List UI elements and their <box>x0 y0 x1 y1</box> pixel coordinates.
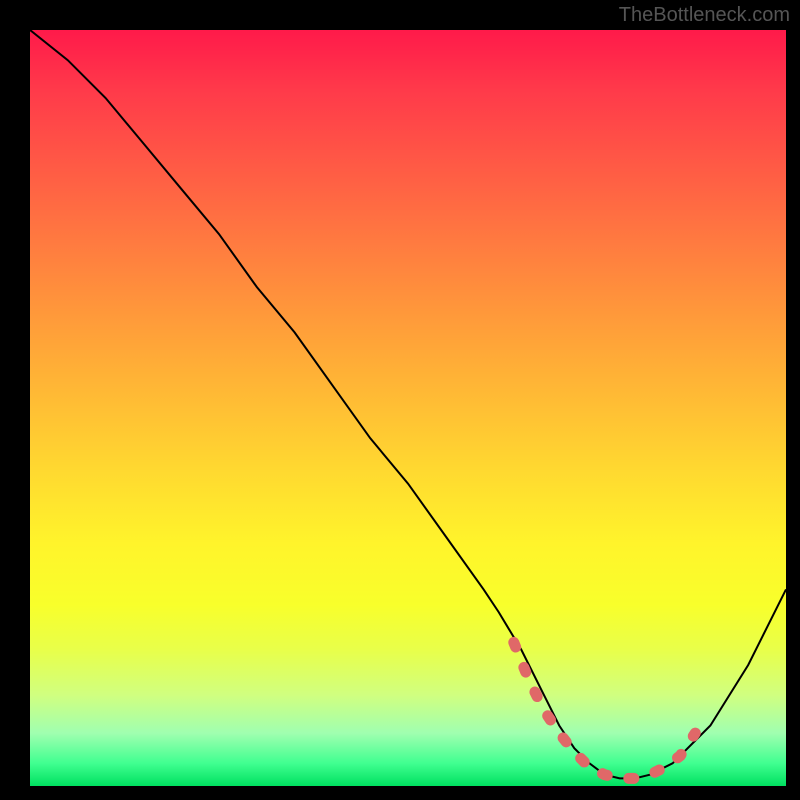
watermark-text: TheBottleneck.com <box>619 4 790 27</box>
optimal-range-highlight <box>514 642 696 778</box>
chart-svg <box>30 30 786 786</box>
bottleneck-curve-line <box>30 30 786 778</box>
chart-plot-area <box>30 30 786 786</box>
